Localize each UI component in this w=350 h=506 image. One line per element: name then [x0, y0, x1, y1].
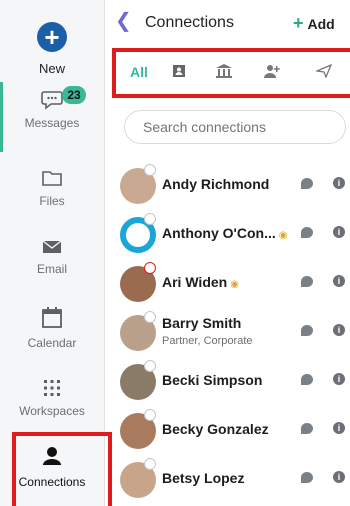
- plus-icon: +: [293, 13, 304, 33]
- contact-name: Ari Widen ◉: [162, 274, 239, 290]
- sidebar-item-label: Calendar: [27, 336, 77, 350]
- sidebar-item-calendar[interactable]: Calendar: [0, 306, 104, 350]
- chat-icon[interactable]: [301, 325, 313, 336]
- sidebar-item-files[interactable]: Files: [0, 168, 104, 208]
- chat-icon[interactable]: [301, 374, 313, 385]
- contact-name: Becky Gonzalez: [162, 421, 269, 437]
- send-icon: [314, 63, 333, 79]
- new-label: New: [38, 61, 65, 76]
- contact-name: Barry Smith: [162, 315, 242, 331]
- verified-badge-icon: ◉: [230, 279, 239, 290]
- add-button[interactable]: + Add: [293, 13, 335, 34]
- tab-organizations[interactable]: [216, 64, 232, 81]
- presence-indicator: [144, 262, 156, 274]
- plus-icon: +: [37, 22, 67, 52]
- info-icon[interactable]: i: [333, 177, 345, 189]
- sidebar-item-label: Email: [36, 262, 67, 276]
- list-item[interactable]: Barry Smith Partner, Corporate i: [105, 309, 350, 358]
- list-item[interactable]: Becki Simpson i: [105, 358, 350, 407]
- list-item[interactable]: Ari Widen ◉ i: [105, 260, 350, 309]
- new-button[interactable]: + New: [0, 22, 104, 76]
- presence-indicator: [144, 360, 156, 372]
- presence-indicator: [144, 458, 156, 470]
- list-item[interactable]: Anthony O'Con... ◉ i: [105, 211, 350, 260]
- sidebar: + New 23 Messages Files Email Calendar W…: [0, 0, 105, 506]
- contact-name: Betsy Lopez: [162, 470, 245, 486]
- search-input[interactable]: [124, 110, 346, 144]
- tab-contacts[interactable]: [172, 64, 186, 81]
- tab-all[interactable]: All: [130, 64, 148, 80]
- filter-tabs: All: [112, 48, 350, 98]
- connection-list: Andy Richmond i Anthony O'Con... ◉ i Ari …: [105, 162, 350, 505]
- sidebar-item-messages[interactable]: 23 Messages: [0, 86, 104, 154]
- info-icon[interactable]: i: [333, 471, 345, 483]
- presence-indicator: [144, 164, 156, 176]
- contact-name-text: Ari Widen: [162, 274, 228, 290]
- info-icon[interactable]: i: [333, 373, 345, 385]
- verified-badge-icon: ◉: [278, 230, 288, 241]
- list-item[interactable]: Betsy Lopez i: [105, 456, 350, 505]
- info-icon[interactable]: i: [333, 275, 345, 287]
- contact-name: Becki Simpson: [162, 372, 263, 388]
- add-label: Add: [307, 16, 335, 32]
- header: ❮ Connections + Add: [105, 0, 350, 48]
- chat-icon[interactable]: [301, 178, 313, 189]
- folder-icon: [42, 171, 62, 186]
- highlight-box-connections: [12, 432, 112, 506]
- sidebar-item-email[interactable]: Email: [0, 238, 104, 276]
- chat-bubble-icon: [41, 91, 63, 110]
- sidebar-item-label: Files: [39, 194, 65, 208]
- contact-name: Anthony O'Con... ◉: [162, 225, 288, 241]
- sidebar-item-label: Workspaces: [19, 404, 85, 418]
- page-title: Connections: [145, 14, 234, 31]
- info-icon[interactable]: i: [333, 422, 345, 434]
- grid-icon: [44, 380, 60, 396]
- presence-indicator: [144, 213, 156, 225]
- calendar-icon: [42, 307, 62, 328]
- envelope-icon: [42, 240, 62, 253]
- sidebar-item-workspaces[interactable]: Workspaces: [0, 378, 104, 418]
- tab-invites[interactable]: [314, 63, 333, 81]
- info-icon[interactable]: i: [333, 324, 345, 336]
- list-item[interactable]: Andy Richmond i: [105, 162, 350, 211]
- contact-name: Andy Richmond: [162, 176, 270, 192]
- chat-icon[interactable]: [301, 227, 313, 238]
- info-icon[interactable]: i: [333, 226, 345, 238]
- unread-badge: 23: [62, 86, 86, 104]
- chat-icon[interactable]: [301, 472, 313, 483]
- contact-subtitle: Partner, Corporate: [162, 335, 253, 347]
- list-item[interactable]: Becky Gonzalez i: [105, 407, 350, 456]
- contact-card-icon: [173, 65, 185, 77]
- chevron-left-icon[interactable]: ❮: [115, 8, 132, 33]
- sidebar-item-label: Messages: [24, 116, 80, 130]
- presence-indicator: [144, 311, 156, 323]
- add-person-icon: [264, 65, 280, 78]
- presence-indicator: [144, 409, 156, 421]
- tab-requests[interactable]: [264, 64, 280, 81]
- building-icon: [216, 64, 232, 78]
- contact-name-text: Anthony O'Con...: [162, 225, 276, 241]
- chat-icon[interactable]: [301, 423, 313, 434]
- chat-icon[interactable]: [301, 276, 313, 287]
